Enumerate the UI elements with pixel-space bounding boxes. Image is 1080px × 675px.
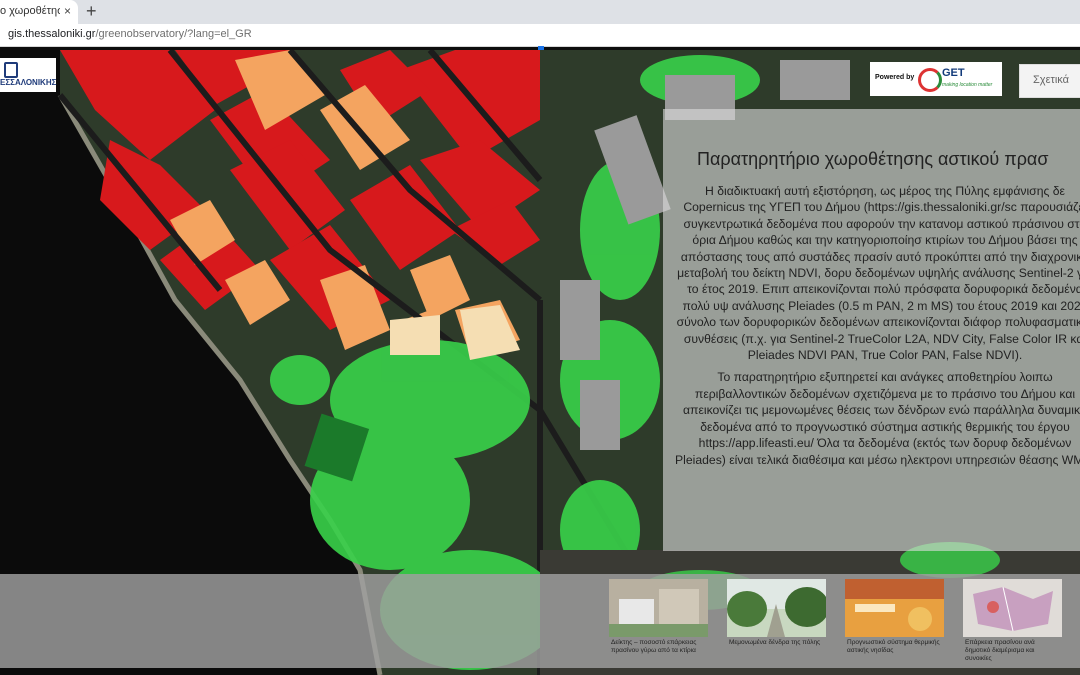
thumbnail-image	[727, 579, 826, 637]
about-button-label: Σχετικά	[1033, 74, 1069, 86]
new-tab-icon[interactable]: +	[86, 1, 97, 21]
logo-text: ΕΣΣΑΛΟΝΙΚΗΣ	[0, 78, 57, 87]
story-thumbnail[interactable]: Μεμονωμένα δένδρα της πόλης	[727, 579, 826, 661]
get-tagline: making location matter	[942, 82, 993, 88]
thumbnail-caption: Δείκτης – ποσοστό επάρκειας πρασίνου γύρ…	[611, 639, 697, 654]
browser-tab[interactable]: ο χωροθέτησης α ×	[0, 0, 78, 24]
panel-title: Παρατηρητήριο χωροθέτησης αστικού πρασ	[697, 149, 1049, 169]
thumbnail-caption: Προγνωστικό σύστημα θερμικής αστικής νησ…	[847, 639, 940, 654]
thumbnail-caption: Επάρκεια πρασίνου ανά δημοτικό διαμέρισμ…	[965, 639, 1035, 662]
tab-title: ο χωροθέτησης α	[0, 5, 60, 17]
url-path: /greenobservatory/?lang=el_GR	[95, 28, 252, 40]
about-button[interactable]: Σχετικά	[1019, 64, 1080, 98]
panel-paragraph-2: Το παρατηρητήριο εξυπηρετεί και ανάγκες …	[675, 370, 1080, 467]
address-bar[interactable]: gis.thessaloniki.gr/greenobservatory/?la…	[0, 24, 1080, 47]
powered-by-label: Powered by	[875, 74, 915, 81]
thumbnail-caption: Μεμονωμένα δένδρα της πόλης	[729, 639, 821, 646]
url-field[interactable]: gis.thessaloniki.gr/greenobservatory/?la…	[8, 28, 252, 40]
thumbnail-image	[963, 579, 1062, 637]
story-thumbnail[interactable]: Προγνωστικό σύστημα θερμικής αστικής νησ…	[845, 579, 944, 661]
close-tab-icon[interactable]: ×	[64, 4, 71, 18]
thumbnail-image	[609, 579, 708, 637]
url-host: gis.thessaloniki.gr	[8, 28, 96, 40]
municipality-logo[interactable]: ΕΣΣΑΛΟΝΙΚΗΣ	[0, 58, 56, 92]
info-panel: Παρατηρητήριο χωροθέτησης αστικού πρασ Η…	[663, 109, 1080, 551]
thumbnail-image	[845, 579, 944, 637]
powered-by-badge[interactable]: Powered by GET making location matter	[870, 62, 1002, 96]
browser-tab-bar: ο χωροθέτησης α × +	[0, 0, 1080, 24]
story-thumbnail[interactable]: Επάρκεια πρασίνου ανά δημοτικό διαμέρισμ…	[963, 579, 1062, 662]
municipality-emblem-icon	[4, 62, 18, 78]
panel-body: Η διαδικτυακή αυτή εξιστόρηση, ως μέρος …	[675, 183, 1080, 474]
story-thumbnail[interactable]: Δείκτης – ποσοστό επάρκειας πρασίνου γύρ…	[609, 579, 708, 661]
get-brand: GET	[942, 67, 965, 79]
get-logo-icon	[918, 68, 942, 92]
panel-paragraph-1: Η διαδικτυακή αυτή εξιστόρηση, ως μέρος …	[676, 184, 1080, 363]
